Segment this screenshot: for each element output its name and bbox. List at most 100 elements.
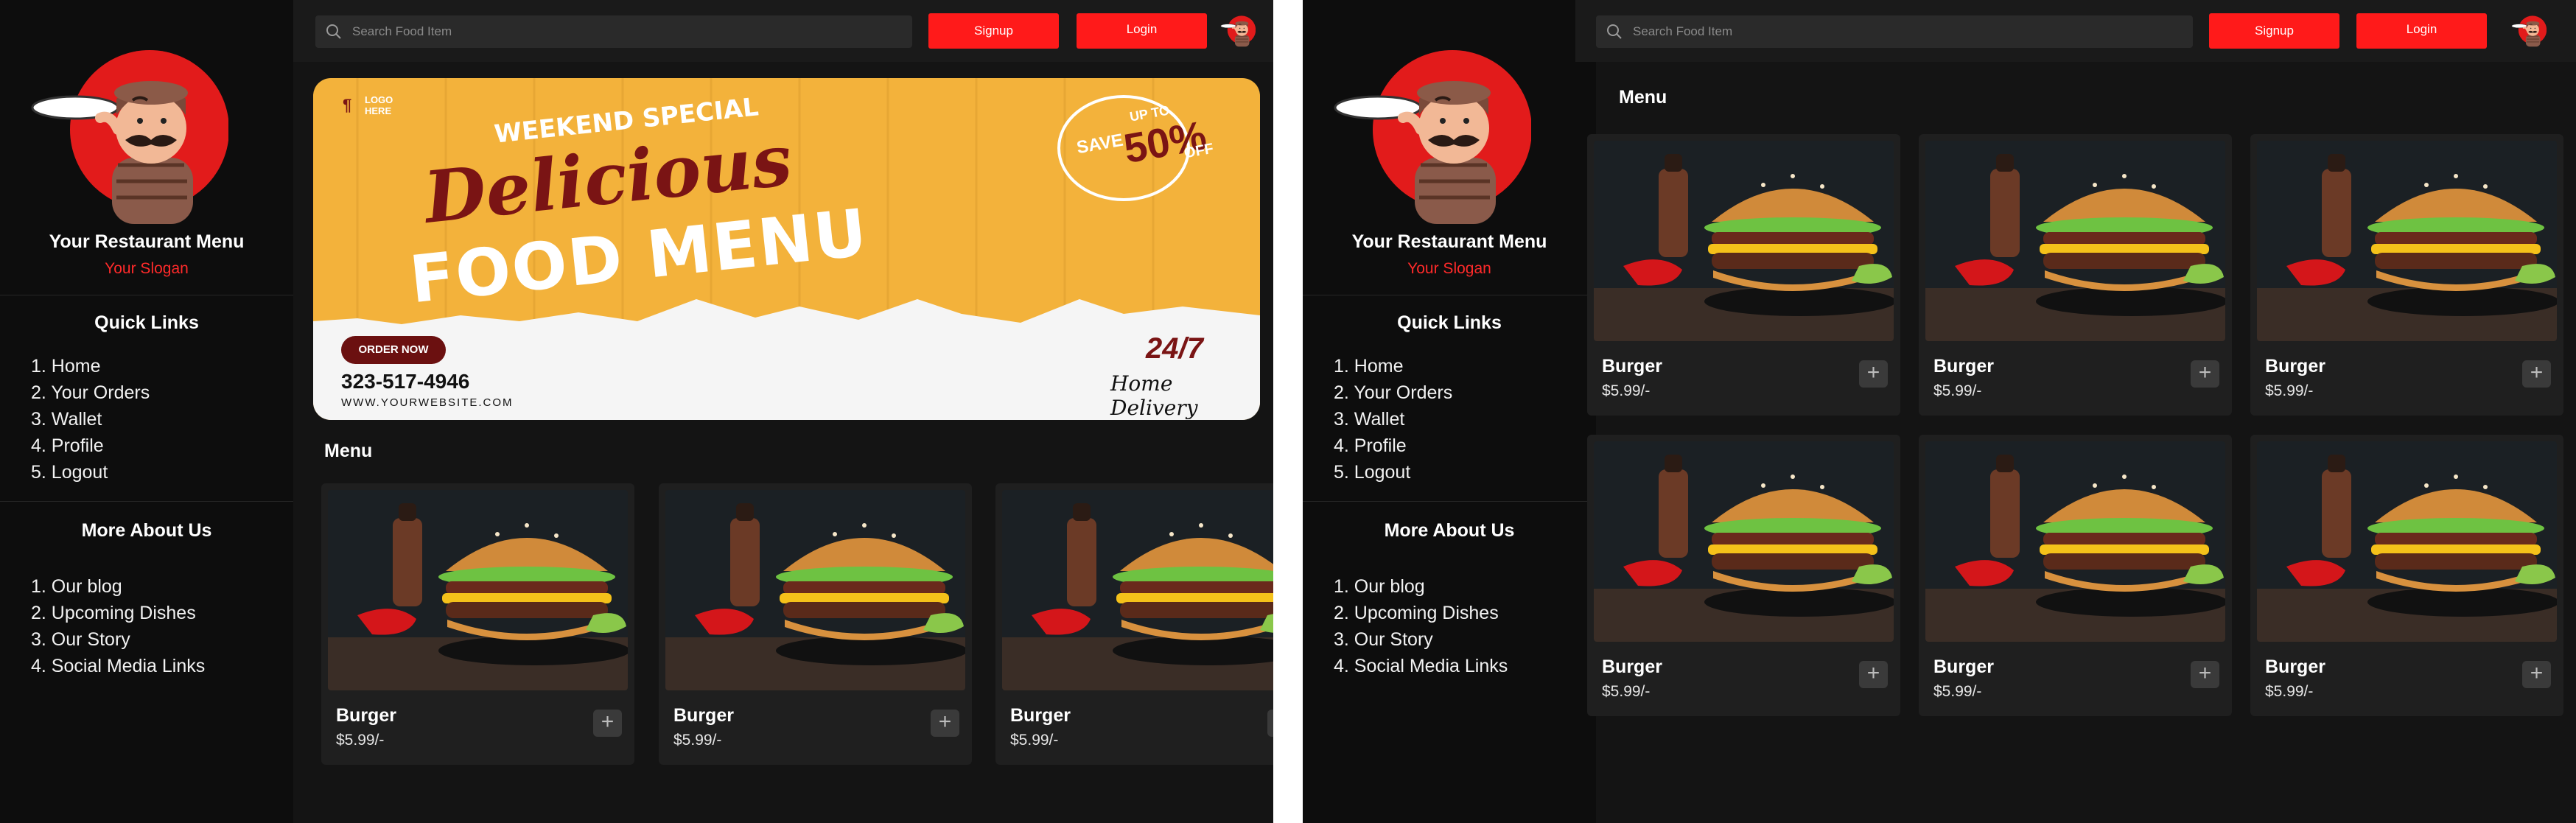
- quick-links-title: Quick Links: [94, 312, 199, 333]
- plus-icon: +: [1866, 360, 1880, 385]
- divider: [0, 501, 293, 502]
- menu-screen: Your Restaurant Menu Your Slogan Quick L…: [1303, 0, 2576, 823]
- banner-logo-icon: ¶: [343, 96, 352, 114]
- add-to-cart-button[interactable]: +: [1859, 360, 1888, 388]
- more-about-title: More About Us: [81, 520, 212, 541]
- product-price: $5.99/-: [2265, 382, 2314, 399]
- restaurant-slogan: Your Slogan: [105, 260, 189, 277]
- sidebar-item-blog[interactable]: 1. Our blog: [1334, 573, 1508, 600]
- quick-links-list: 1. Home 2. Your Orders 3. Wallet 4. Prof…: [31, 353, 150, 486]
- plus-icon: +: [1866, 661, 1880, 685]
- user-avatar[interactable]: [1220, 13, 1256, 49]
- plus-icon: +: [2530, 661, 2544, 685]
- restaurant-name: Your Restaurant Menu: [1351, 231, 1547, 252]
- product-image: [2257, 141, 2557, 341]
- search-placeholder: Search Food Item: [1633, 24, 1733, 38]
- sidebar-item-blog[interactable]: 1. Our blog: [31, 573, 205, 600]
- sidebar-item-wallet[interactable]: 3. Wallet: [31, 406, 150, 432]
- topbar: Search Food Item Signup Login: [293, 0, 1273, 62]
- plus-icon: +: [2198, 661, 2212, 685]
- sidebar-item-story[interactable]: 3. Our Story: [31, 626, 205, 653]
- product-name: Burger: [673, 705, 734, 726]
- sidebar-item-home[interactable]: 1. Home: [31, 353, 150, 379]
- product-name: Burger: [1602, 656, 1662, 677]
- add-to-cart-button[interactable]: +: [2522, 360, 2551, 388]
- search-input[interactable]: Search Food Item: [315, 15, 912, 48]
- search-placeholder: Search Food Item: [352, 24, 452, 38]
- search-input[interactable]: Search Food Item: [1596, 15, 2193, 48]
- sidebar-item-social[interactable]: 4. Social Media Links: [31, 653, 205, 679]
- product-price: $5.99/-: [336, 732, 385, 749]
- product-card[interactable]: Burger $5.99/- +: [2250, 435, 2563, 716]
- product-card[interactable]: Burger $5.99/- +: [1919, 134, 2232, 416]
- menu-title: Menu: [1619, 87, 1667, 108]
- search-icon: [326, 24, 341, 39]
- sidebar-item-logout[interactable]: 5. Logout: [1334, 459, 1452, 486]
- login-button[interactable]: Login: [1077, 13, 1207, 49]
- sidebar-item-upcoming[interactable]: 2. Upcoming Dishes: [1334, 600, 1508, 626]
- add-to-cart-button[interactable]: +: [2522, 661, 2551, 688]
- promo-banner[interactable]: ¶ LOGO HERE WEEKEND SPECIAL Delicious FO…: [313, 78, 1260, 420]
- more-about-list: 1. Our blog 2. Upcoming Dishes 3. Our St…: [1334, 573, 1508, 679]
- restaurant-logo: [1332, 47, 1531, 224]
- product-price: $5.99/-: [1010, 732, 1059, 749]
- sidebar-item-orders[interactable]: 2. Your Orders: [1334, 379, 1452, 406]
- product-price: $5.99/-: [1933, 382, 1982, 399]
- sidebar-item-upcoming[interactable]: 2. Upcoming Dishes: [31, 600, 205, 626]
- banner-logo-line1: LOGO: [365, 94, 393, 105]
- sidebar-item-story[interactable]: 3. Our Story: [1334, 626, 1508, 653]
- plus-icon: +: [938, 710, 952, 734]
- banner-logo-line2: HERE: [365, 105, 392, 116]
- product-image: [665, 490, 965, 690]
- sidebar-item-profile[interactable]: 4. Profile: [31, 432, 150, 459]
- product-card[interactable]: Burger $5.99/- +: [1919, 435, 2232, 716]
- banner-hours: 24/7: [1146, 332, 1203, 365]
- signup-button[interactable]: Signup: [928, 13, 1059, 49]
- menu-title: Menu: [324, 441, 373, 461]
- product-price: $5.99/-: [1602, 382, 1651, 399]
- login-button[interactable]: Login: [2356, 13, 2487, 49]
- signup-button[interactable]: Signup: [2209, 13, 2339, 49]
- sidebar: Your Restaurant Menu Your Slogan Quick L…: [1303, 0, 1596, 823]
- user-avatar[interactable]: [2511, 13, 2547, 49]
- product-image: [1925, 141, 2225, 341]
- product-card[interactable]: Burger $5.99/- +: [995, 483, 1273, 765]
- more-about-list: 1. Our blog 2. Upcoming Dishes 3. Our St…: [31, 573, 205, 679]
- product-card[interactable]: Burger $5.99/- +: [1587, 435, 1900, 716]
- product-card[interactable]: Burger $5.99/- +: [321, 483, 634, 765]
- product-name: Burger: [1933, 356, 1994, 377]
- sidebar: Your Restaurant Menu Your Slogan Quick L…: [0, 0, 293, 823]
- plus-icon: +: [2198, 360, 2212, 385]
- search-icon: [1607, 24, 1622, 39]
- sidebar-item-wallet[interactable]: 3. Wallet: [1334, 406, 1452, 432]
- add-to-cart-button[interactable]: +: [1267, 710, 1273, 737]
- add-to-cart-button[interactable]: +: [1859, 661, 1888, 688]
- topbar: Search Food Item Signup Login: [1575, 0, 2576, 62]
- sidebar-item-logout[interactable]: 5. Logout: [31, 459, 150, 486]
- sidebar-item-orders[interactable]: 2. Your Orders: [31, 379, 150, 406]
- sidebar-item-social[interactable]: 4. Social Media Links: [1334, 653, 1508, 679]
- plus-icon: +: [2530, 360, 2544, 385]
- product-image: [1925, 441, 2225, 642]
- add-to-cart-button[interactable]: +: [2191, 360, 2219, 388]
- sidebar-item-profile[interactable]: 4. Profile: [1334, 432, 1452, 459]
- product-price: $5.99/-: [1933, 683, 1982, 700]
- product-name: Burger: [2265, 656, 2325, 677]
- add-to-cart-button[interactable]: +: [2191, 661, 2219, 688]
- add-to-cart-button[interactable]: +: [931, 710, 959, 737]
- order-now-button[interactable]: ORDER NOW: [341, 336, 446, 364]
- add-to-cart-button[interactable]: +: [593, 710, 622, 737]
- product-card[interactable]: Burger $5.99/- +: [2250, 134, 2563, 416]
- product-image: [328, 490, 628, 690]
- product-card[interactable]: Burger $5.99/- +: [659, 483, 972, 765]
- quick-links-title: Quick Links: [1397, 312, 1502, 333]
- product-name: Burger: [336, 705, 396, 726]
- product-card[interactable]: Burger $5.99/- +: [1587, 134, 1900, 416]
- product-name: Burger: [1933, 656, 1994, 677]
- product-image: [2257, 441, 2557, 642]
- product-price: $5.99/-: [2265, 683, 2314, 700]
- sidebar-item-home[interactable]: 1. Home: [1334, 353, 1452, 379]
- quick-links-list: 1. Home 2. Your Orders 3. Wallet 4. Prof…: [1334, 353, 1452, 486]
- restaurant-logo: [29, 47, 228, 224]
- product-name: Burger: [1602, 356, 1662, 377]
